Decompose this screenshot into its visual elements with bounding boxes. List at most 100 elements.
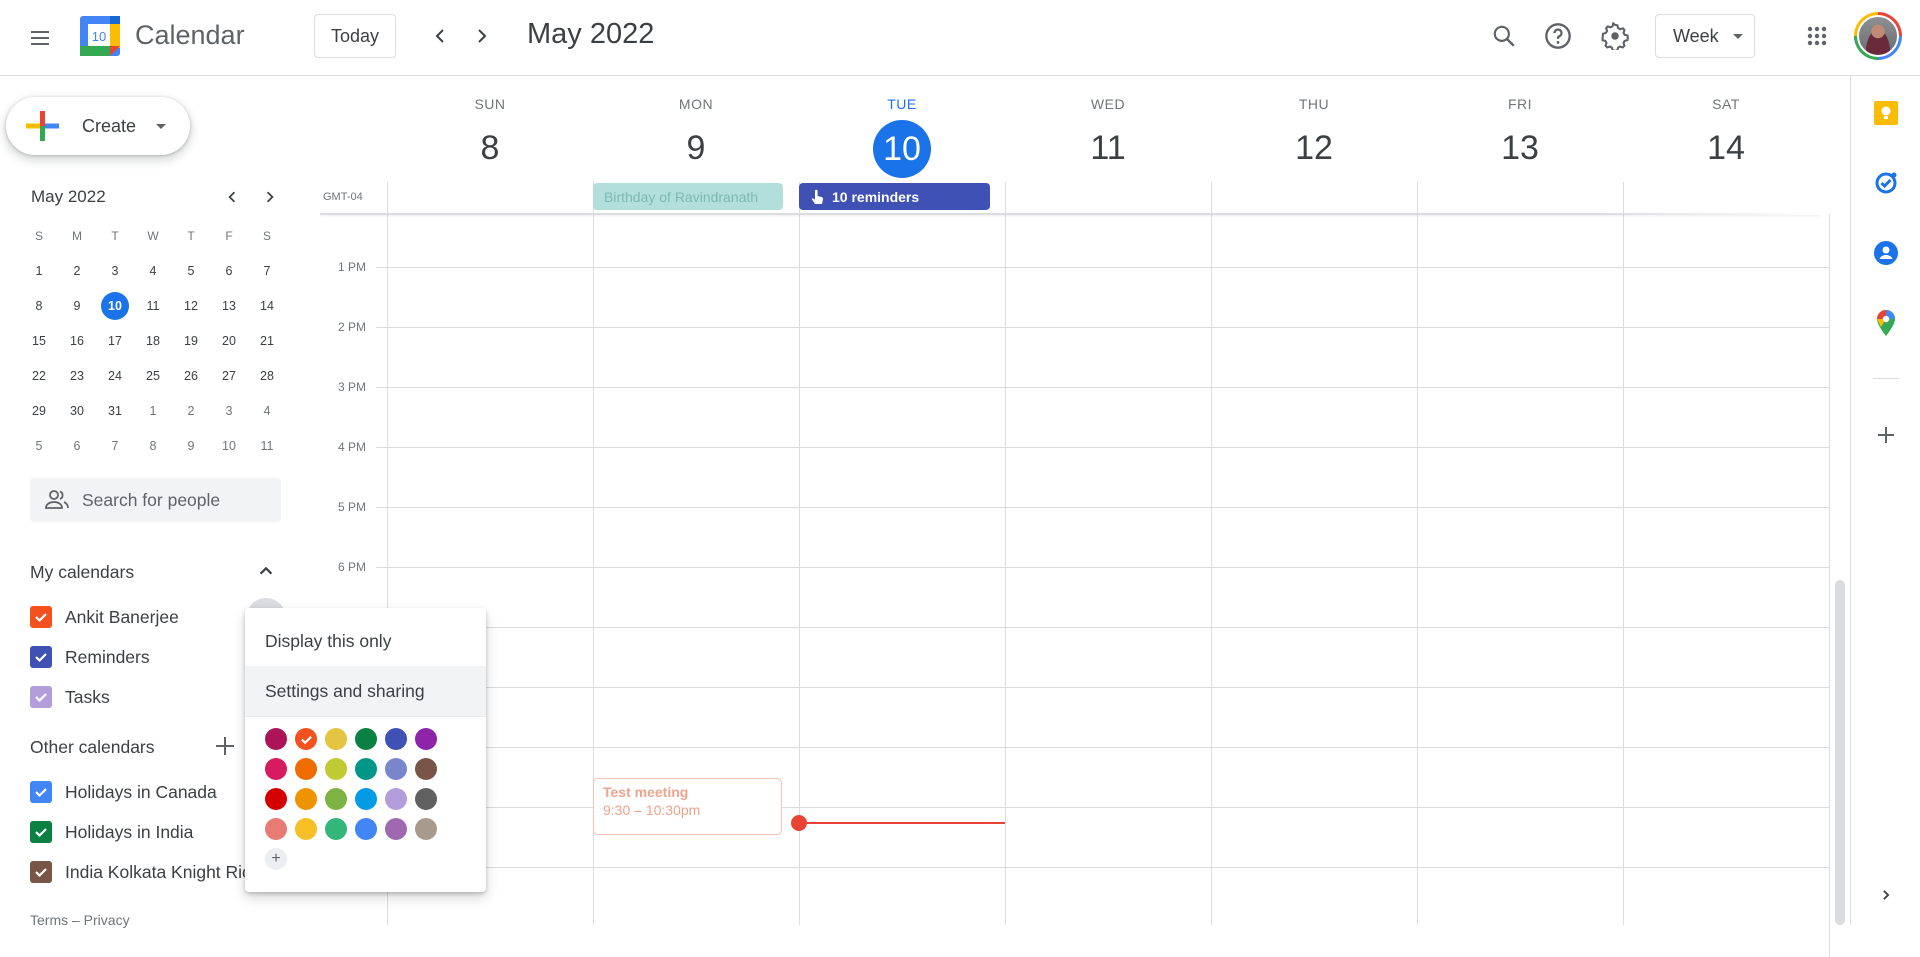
- main-menu-button[interactable]: [20, 18, 60, 58]
- calendar-logo[interactable]: 10: [80, 16, 120, 56]
- mini-calendar-day[interactable]: 13: [210, 292, 248, 320]
- color-swatch[interactable]: [385, 818, 407, 840]
- mini-calendar-day[interactable]: 3: [96, 257, 134, 285]
- color-swatch[interactable]: [355, 728, 377, 750]
- mini-calendar-day[interactable]: 20: [210, 327, 248, 355]
- mini-calendar-day[interactable]: 1: [134, 397, 172, 425]
- mini-calendar-day[interactable]: 3: [210, 397, 248, 425]
- mini-calendar-day[interactable]: 29: [20, 397, 58, 425]
- all-day-event-birthday[interactable]: Birthday of Ravindranath: [593, 183, 783, 210]
- mini-calendar-day[interactable]: 2: [172, 397, 210, 425]
- mini-calendar-day[interactable]: 26: [172, 362, 210, 390]
- day-header-sun[interactable]: SUN 8: [387, 96, 593, 176]
- mini-calendar-day[interactable]: 22: [20, 362, 58, 390]
- color-swatch[interactable]: [295, 818, 317, 840]
- mini-calendar-day[interactable]: 14: [248, 292, 286, 320]
- calendar-checkbox[interactable]: [30, 821, 52, 843]
- color-swatch[interactable]: [415, 758, 437, 780]
- color-swatch[interactable]: [415, 818, 437, 840]
- calendar-checkbox[interactable]: [30, 606, 52, 628]
- help-button[interactable]: [1536, 14, 1580, 58]
- color-swatch[interactable]: [295, 728, 317, 750]
- mini-calendar-day[interactable]: 24: [96, 362, 134, 390]
- view-selector[interactable]: Week: [1655, 14, 1755, 58]
- color-swatch[interactable]: [295, 758, 317, 780]
- mini-calendar-day[interactable]: 18: [134, 327, 172, 355]
- get-addons-button[interactable]: [1873, 422, 1899, 448]
- mini-calendar-day[interactable]: 4: [134, 257, 172, 285]
- mini-calendar-day[interactable]: 11: [248, 432, 286, 460]
- my-calendar-item[interactable]: Tasks: [30, 677, 179, 717]
- collapse-my-calendars-button[interactable]: [257, 562, 275, 585]
- event-test-meeting[interactable]: Test meeting 9:30 – 10:30pm: [593, 778, 782, 835]
- mini-calendar-day[interactable]: 9: [172, 432, 210, 460]
- color-swatch[interactable]: [265, 728, 287, 750]
- mini-calendar-next-button[interactable]: [252, 179, 288, 215]
- all-day-event-reminders[interactable]: 10 reminders: [799, 183, 990, 210]
- search-people-input[interactable]: Search for people: [30, 478, 281, 522]
- color-swatch[interactable]: [325, 758, 347, 780]
- add-custom-color-button[interactable]: +: [265, 848, 287, 870]
- day-header-tue[interactable]: TUE 10: [799, 96, 1005, 178]
- mini-calendar-day[interactable]: 6: [58, 432, 96, 460]
- my-calendar-item[interactable]: Reminders: [30, 637, 179, 677]
- date-label[interactable]: 8: [387, 120, 593, 176]
- mini-calendar-day[interactable]: 11: [134, 292, 172, 320]
- today-button[interactable]: Today: [314, 14, 396, 58]
- menu-item-settings-and-sharing[interactable]: Settings and sharing: [245, 666, 486, 716]
- day-header-mon[interactable]: MON 9: [593, 96, 799, 176]
- other-calendar-item[interactable]: India Kolkata Knight Ric: [30, 852, 251, 892]
- color-swatch[interactable]: [415, 788, 437, 810]
- calendar-checkbox[interactable]: [30, 781, 52, 803]
- color-swatch[interactable]: [385, 728, 407, 750]
- calendar-checkbox[interactable]: [30, 686, 52, 708]
- google-apps-button[interactable]: [1795, 14, 1839, 58]
- mini-calendar-day[interactable]: 7: [96, 432, 134, 460]
- mini-calendar-day[interactable]: 4: [248, 397, 286, 425]
- previous-week-button[interactable]: [422, 18, 458, 54]
- mini-calendar-day[interactable]: 7: [248, 257, 286, 285]
- mini-calendar-day[interactable]: 31: [96, 397, 134, 425]
- mini-calendar-day[interactable]: 30: [58, 397, 96, 425]
- mini-calendar-day[interactable]: 8: [134, 432, 172, 460]
- mini-calendar-day[interactable]: 21: [248, 327, 286, 355]
- terms-privacy-links[interactable]: Terms – Privacy: [30, 912, 130, 928]
- day-header-thu[interactable]: THU 12: [1211, 96, 1417, 176]
- color-swatch[interactable]: [415, 728, 437, 750]
- maps-button[interactable]: [1873, 310, 1899, 336]
- other-calendars-title[interactable]: Other calendars: [30, 737, 155, 758]
- date-label[interactable]: 13: [1417, 120, 1623, 176]
- day-header-fri[interactable]: FRI 13: [1417, 96, 1623, 176]
- calendar-checkbox[interactable]: [30, 646, 52, 668]
- color-swatch[interactable]: [325, 788, 347, 810]
- mini-calendar-day[interactable]: 23: [58, 362, 96, 390]
- mini-calendar-day[interactable]: 5: [172, 257, 210, 285]
- mini-calendar-day[interactable]: 28: [248, 362, 286, 390]
- grid-scrollbar[interactable]: [1835, 580, 1845, 925]
- search-button[interactable]: [1482, 14, 1526, 58]
- color-swatch[interactable]: [385, 758, 407, 780]
- other-calendar-item[interactable]: Holidays in India: [30, 812, 251, 852]
- my-calendar-item[interactable]: Ankit Banerjee: [30, 597, 179, 637]
- menu-item-display-this-only[interactable]: Display this only: [245, 616, 486, 666]
- mini-calendar-day[interactable]: 10: [210, 432, 248, 460]
- date-label[interactable]: 9: [593, 120, 799, 176]
- color-swatch[interactable]: [325, 818, 347, 840]
- expand-side-panel-button[interactable]: [1873, 882, 1899, 908]
- add-other-calendar-button[interactable]: [214, 735, 236, 762]
- color-swatch[interactable]: [355, 818, 377, 840]
- color-swatch[interactable]: [355, 788, 377, 810]
- mini-calendar-day[interactable]: 6: [210, 257, 248, 285]
- mini-calendar-day[interactable]: 2: [58, 257, 96, 285]
- date-label[interactable]: 12: [1211, 120, 1417, 176]
- my-calendars-title[interactable]: My calendars: [30, 562, 134, 583]
- color-swatch[interactable]: [265, 788, 287, 810]
- mini-calendar-day[interactable]: 16: [58, 327, 96, 355]
- next-week-button[interactable]: [464, 18, 500, 54]
- date-label[interactable]: 10: [799, 120, 1005, 178]
- date-label[interactable]: 11: [1005, 120, 1211, 176]
- account-avatar[interactable]: [1854, 12, 1902, 60]
- mini-calendar-today[interactable]: 10: [96, 291, 134, 320]
- calendar-checkbox[interactable]: [30, 861, 52, 883]
- color-swatch[interactable]: [265, 758, 287, 780]
